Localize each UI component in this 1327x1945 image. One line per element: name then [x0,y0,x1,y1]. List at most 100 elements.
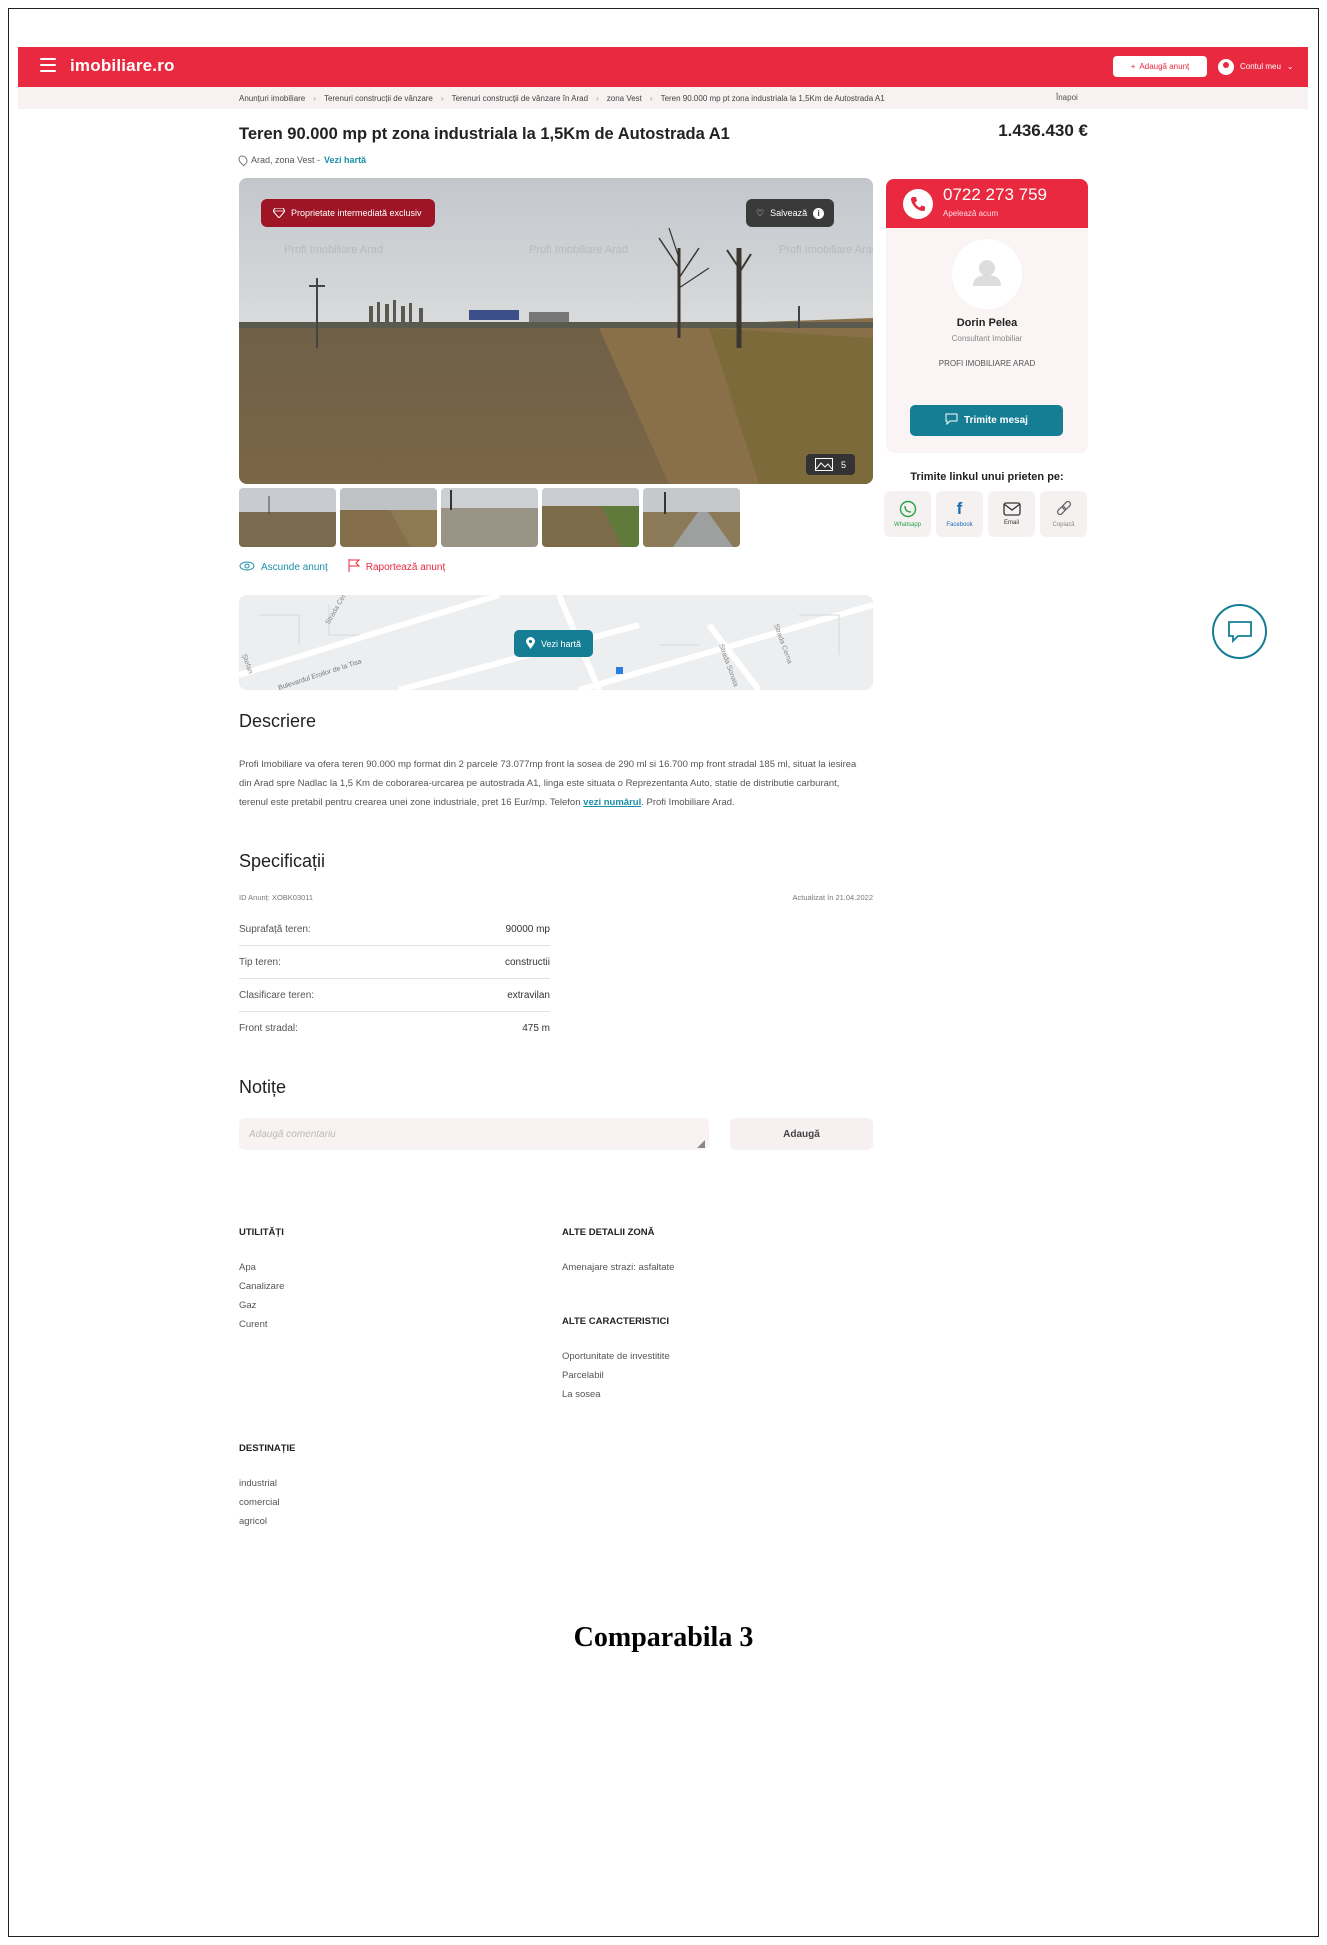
back-link[interactable]: Înapoi [1056,93,1078,102]
report-listing-label: Raportează anunț [365,561,446,573]
notes-heading: Notițe [239,1077,287,1097]
breadcrumb-item[interactable]: Terenuri construcții de vânzare în Arad [452,94,589,103]
add-note-button[interactable]: Adaugă [730,1118,873,1150]
map-street-label: Bulevardul Eroilor de la Tisa [277,658,362,690]
show-phone-link[interactable]: vezi numărul [583,797,641,808]
thumbnail[interactable] [239,488,336,547]
location-text: Arad, zona Vest - [251,155,321,165]
share-whatsapp-button[interactable]: Whatsapp [884,491,931,537]
description-heading: Descriere [239,711,317,731]
message-icon [945,413,958,428]
listing-title: Teren 90.000 mp pt zona industriala la 1… [239,125,730,143]
chat-button[interactable] [1212,604,1267,659]
description-body: Profi Imobiliare va ofera teren 90.000 m… [239,759,857,808]
thumbnail[interactable] [542,488,639,547]
view-map-label: Vezi hartă [541,638,582,649]
description-text: Profi Imobiliare va ofera teren 90.000 m… [239,755,859,812]
agent-name: Dorin Pelea [956,317,1018,329]
whatsapp-icon [899,500,916,518]
list-item: agricol [239,1516,267,1527]
heart-icon: ♡ [756,207,765,218]
photo-watermark: Profi Imobiliare Arad [529,244,628,256]
zone-details-title: ALTE DETALII ZONĂ [562,1227,655,1238]
diamond-icon [273,208,285,218]
view-map-button[interactable]: Vezi hartă [514,630,594,657]
send-message-button[interactable]: Trimite mesaj [910,405,1063,436]
list-item: Parcelabil [562,1370,604,1381]
email-icon [1002,502,1021,516]
phone-header[interactable]: 0722 273 759 Apelează acum [886,179,1088,228]
user-avatar-icon [1218,58,1234,75]
list-item: Canalizare [239,1281,285,1292]
thumbnail[interactable] [340,488,437,547]
other-features-title: ALTE CARACTERISTICI [562,1316,669,1327]
map-pin-icon [526,636,535,651]
list-item: Oportunitate de investitite [562,1351,670,1362]
photo-watermark: Profi Imobiliare Arad [779,244,873,256]
add-listing-button[interactable]: + Adaugă anunț [1113,56,1207,77]
report-listing-button[interactable]: Raportează anunț [348,559,446,575]
listing-actions: Ascunde anunț Raportează anunț [239,559,445,575]
listing-id: ID Anunț: XOBK03011 [239,893,314,902]
site-logo[interactable]: imobiliare.ro [70,56,175,76]
info-icon[interactable]: i [813,207,825,219]
share-label: Facebook [946,522,973,528]
spec-label: Front stradal: [239,1023,298,1034]
agent-role: Consultant Imobiliar [951,334,1023,343]
view-map-link[interactable]: Vezi hartă [324,155,366,165]
main-photo[interactable]: Profi Imobiliare Arad Profi Imobiliare A… [239,178,873,484]
send-message-label: Trimite mesaj [964,415,1028,426]
flag-icon [348,559,360,575]
breadcrumb-item-current: Teren 90.000 mp pt zona industriala la 1… [660,94,885,103]
map-preview[interactable]: Strada Cerna Bulevardul Eroilor de la Ti… [239,595,873,690]
thumbnail-strip [239,488,740,547]
breadcrumb-item[interactable]: Terenuri construcții de vânzare [324,94,433,103]
share-facebook-button[interactable]: f Facebook [936,491,983,537]
breadcrumb-item[interactable]: zona Vest [607,94,642,103]
breadcrumb-separator-icon: › [313,94,316,103]
zone-details-list: Amenajare strazi: asfaltate [562,1258,674,1277]
breadcrumb-separator-icon: › [596,94,599,103]
specs-heading: Specificații [239,851,326,871]
breadcrumb-item[interactable]: Anunțuri imobiliare [239,94,305,103]
spec-value: extravilan [507,989,550,1001]
specs-table: Suprafață teren: 90000 mp Tip teren: con… [239,913,550,1045]
thumbnail[interactable] [441,488,538,547]
destination-list: industrial comercial agricol [239,1474,280,1531]
photo-watermark: Profi Imobiliare Arad [284,244,383,256]
hide-listing-label: Ascunde anunț [261,561,328,573]
hide-listing-button[interactable]: Ascunde anunț [239,559,328,575]
list-item: La sosea [562,1389,601,1400]
menu-icon[interactable] [40,58,56,72]
share-buttons: Whatsapp f Facebook Email Copiază [884,491,1087,537]
phone-number[interactable]: 0722 273 759 [943,185,1047,205]
exclusive-badge: Proprietate intermediată exclusiv [261,199,435,227]
share-label: Email [1003,520,1019,526]
gallery-icon [815,458,833,471]
contact-card: 0722 273 759 Apelează acum Dorin Pelea C… [886,179,1088,453]
spec-row: Front stradal: 475 m [239,1012,550,1045]
save-button[interactable]: ♡ Salvează i [746,199,835,227]
share-title: Trimite linkul unui prieten pe: [910,471,1064,483]
list-item: industrial [239,1478,278,1489]
account-menu[interactable]: Contul meu ⌄ [1218,56,1294,77]
photo-count-badge[interactable]: 5 [806,454,856,475]
spec-label: Tip teren: [239,956,281,968]
agency-name[interactable]: PROFI IMOBILIARE ARAD [886,359,1088,368]
chat-icon [1227,620,1252,643]
list-item: Curent [239,1319,268,1330]
spec-row: Clasificare teren: extravilan [239,979,550,1012]
add-listing-label: Adaugă anunț [1139,62,1190,71]
top-navbar: imobiliare.ro + Adaugă anunț Contul meu … [18,47,1308,87]
resize-handle-icon[interactable] [697,1140,705,1148]
copy-link-button[interactable]: Copiază [1040,491,1087,537]
thumbnail[interactable] [643,488,740,547]
share-label: Whatsapp [893,522,921,528]
specs-meta: ID Anunț: XOBK03011 Actualizat în 21.04.… [239,893,873,902]
other-features-list: Oportunitate de investitite Parcelabil L… [562,1347,670,1404]
phone-icon [903,189,933,219]
facebook-icon: f [956,499,963,518]
breadcrumb-separator-icon: › [649,94,653,103]
note-input[interactable] [239,1118,709,1150]
share-email-button[interactable]: Email [988,491,1035,537]
